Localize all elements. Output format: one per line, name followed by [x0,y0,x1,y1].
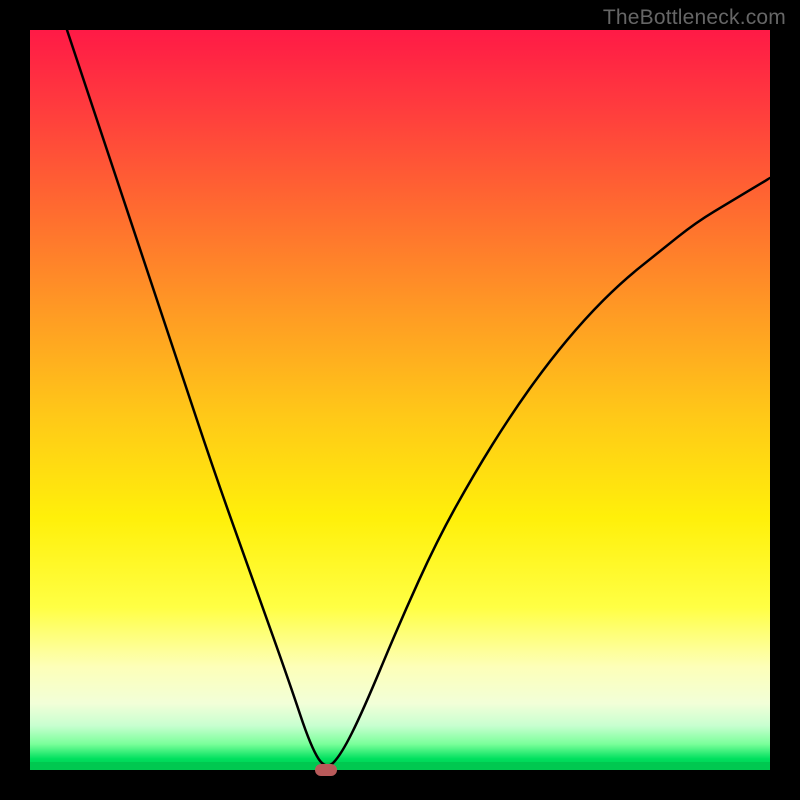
bottleneck-curve [30,30,770,770]
minimum-marker [315,764,337,776]
watermark-text: TheBottleneck.com [603,6,786,30]
plot-area [30,30,770,770]
